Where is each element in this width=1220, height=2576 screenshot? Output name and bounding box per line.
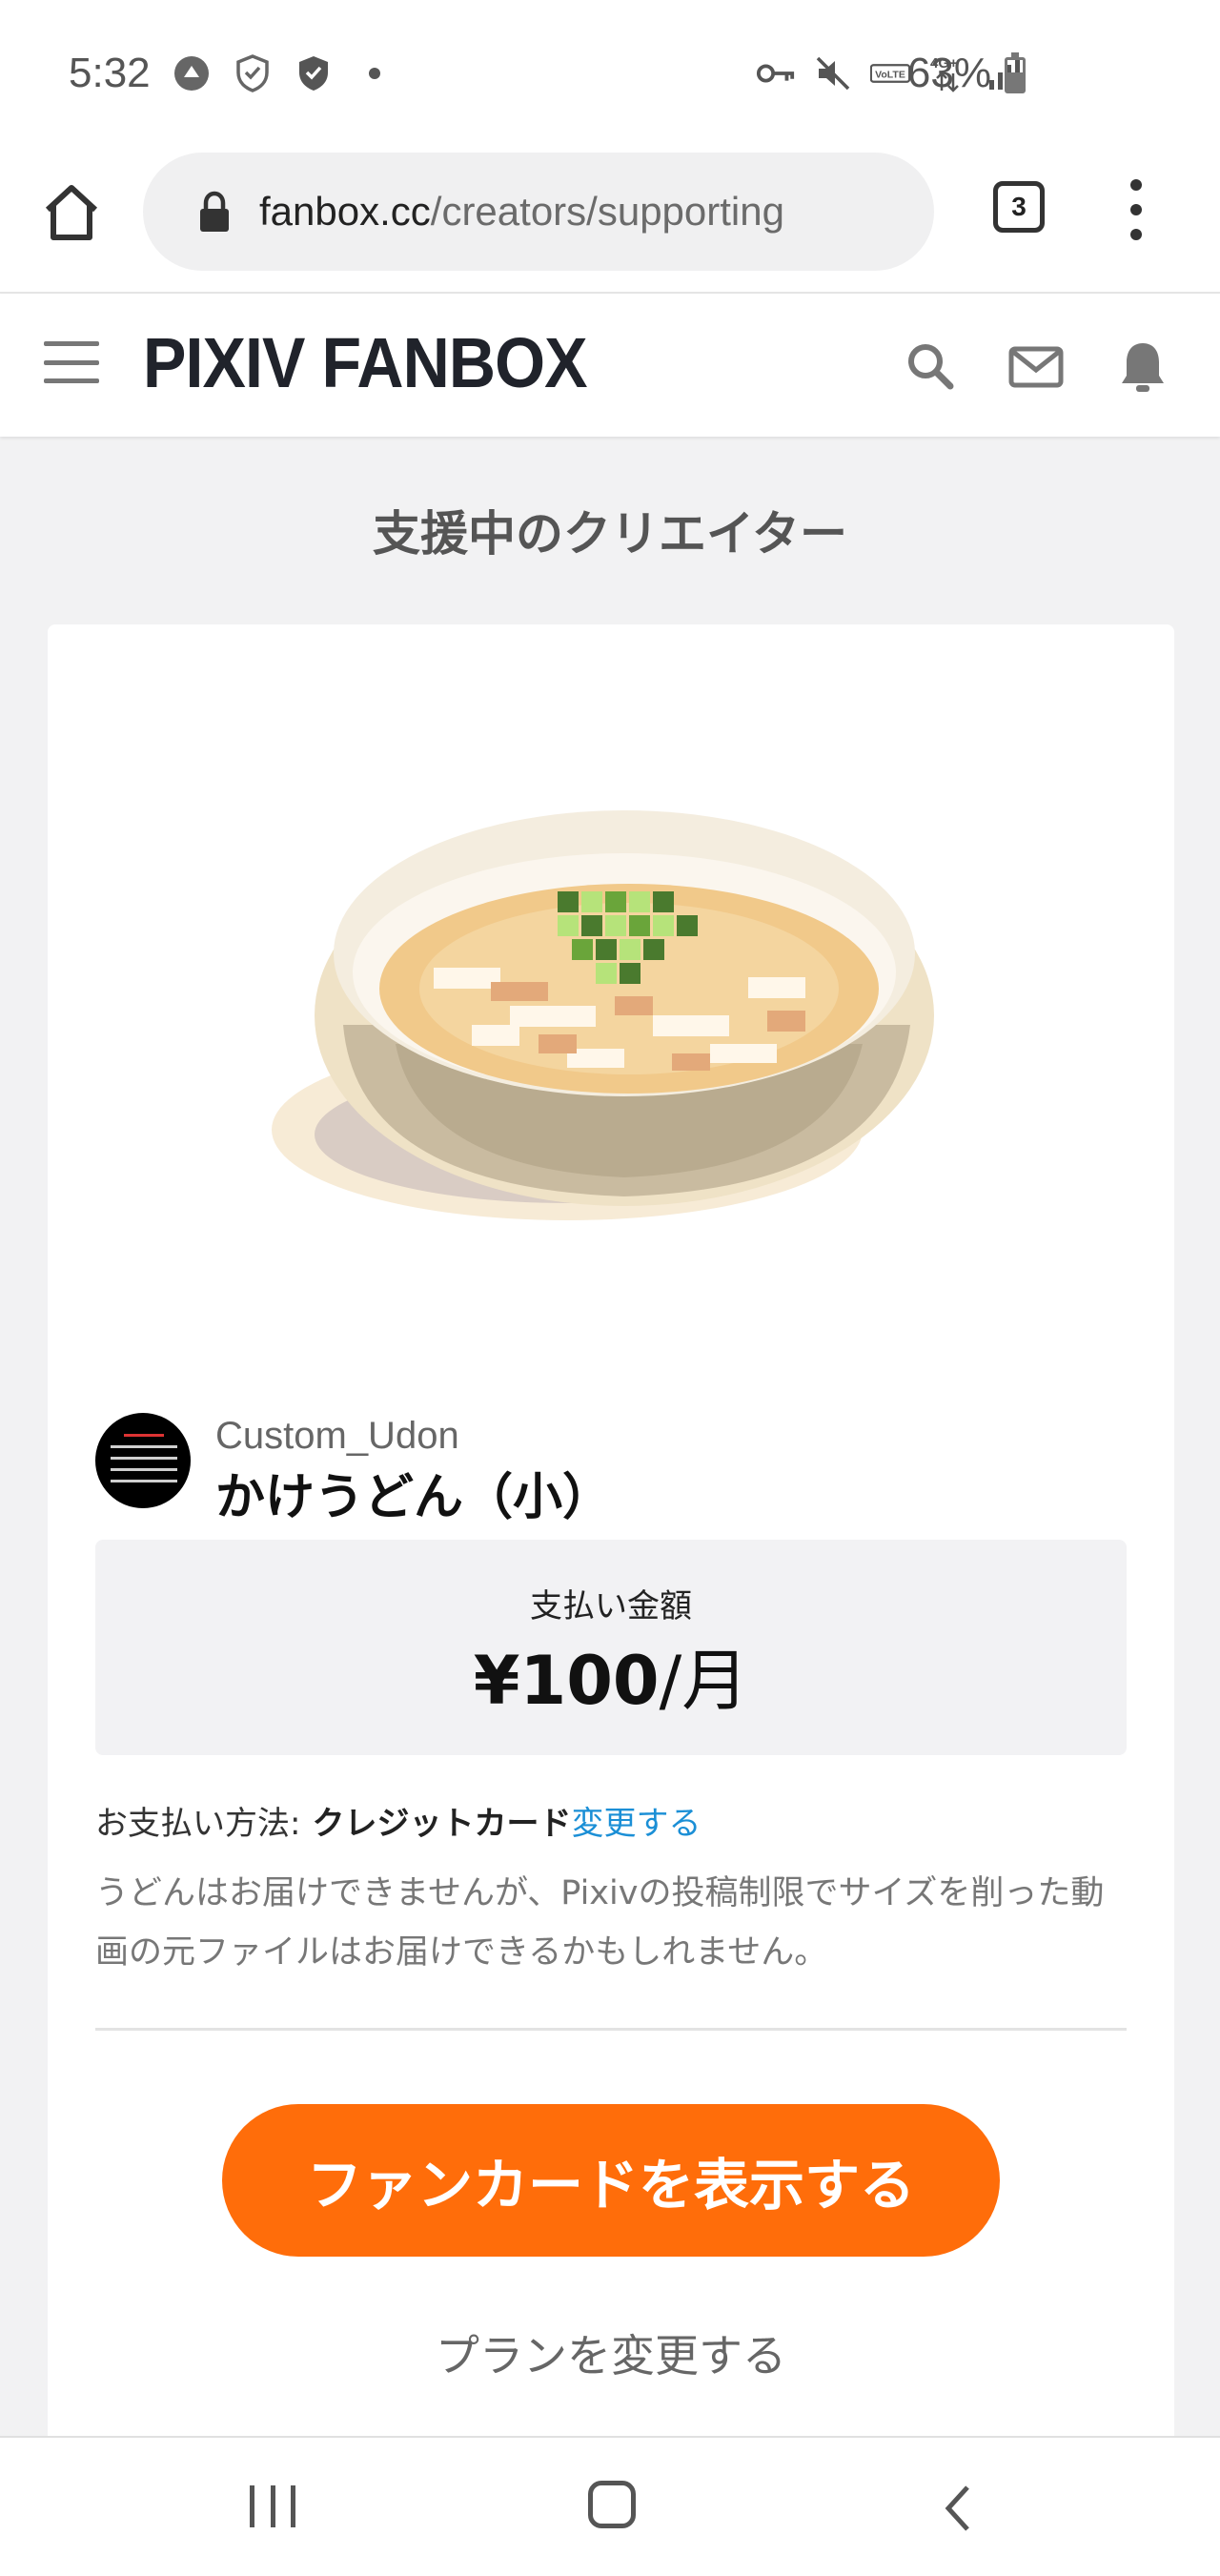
udon-bowl-image <box>272 810 934 1220</box>
home-nav-icon[interactable] <box>588 2481 636 2528</box>
volte-icon: VoLTE <box>870 53 910 93</box>
app-notification-icon <box>172 53 212 93</box>
price-unit: /月 <box>659 1642 749 1720</box>
system-navigation-bar <box>0 2436 1220 2576</box>
back-icon[interactable] <box>939 2480 977 2537</box>
shield-check-icon <box>294 53 334 93</box>
divider <box>95 2028 1127 2031</box>
bell-icon[interactable] <box>1119 339 1172 393</box>
tab-switcher-button[interactable]: 3 <box>993 181 1045 233</box>
mail-icon[interactable] <box>1008 339 1064 393</box>
payment-amount-value: ¥100/月 <box>95 1627 1127 1724</box>
supporting-plan-card: Custom_Udon かけうどん（小） 支払い金額 ¥100/月 お支払い方法… <box>48 624 1174 2531</box>
lock-icon <box>198 191 231 233</box>
price-amount: ¥100 <box>473 1642 660 1720</box>
plan-name: かけうどん（小） <box>215 1469 613 1526</box>
payment-amount-label: 支払い金額 <box>530 1587 692 1625</box>
dot-icon <box>355 53 395 93</box>
creator-name[interactable]: Custom_Udon <box>215 1415 459 1458</box>
change-payment-link[interactable]: 変更する <box>571 1805 701 1843</box>
browser-toolbar: fanbox.cc/creators/supporting 3 <box>0 143 1220 294</box>
url-text: fanbox.cc/creators/supporting <box>259 189 784 235</box>
notification-icons <box>172 53 395 93</box>
key-icon <box>756 53 796 93</box>
overflow-menu-icon[interactable] <box>1117 179 1155 240</box>
status-time: 5:32 <box>69 50 151 96</box>
url-path: /creators/supporting <box>430 189 784 234</box>
home-icon[interactable] <box>38 179 105 246</box>
url-domain: fanbox.cc <box>259 189 431 234</box>
battery-icon <box>1005 52 1026 93</box>
battery-percentage: 63% <box>906 50 991 96</box>
url-bar[interactable]: fanbox.cc/creators/supporting <box>143 153 934 271</box>
status-bar: 5:32 VoLTE 4G+ 63% <box>0 0 1220 143</box>
payment-method-row: お支払い方法: クレジットカード変更する <box>95 1797 701 1844</box>
creator-avatar[interactable] <box>95 1413 191 1508</box>
plan-cover-image <box>48 624 1174 1378</box>
hamburger-menu-icon[interactable] <box>44 341 99 383</box>
recent-apps-icon[interactable] <box>250 2485 295 2527</box>
shield-outline-icon <box>233 53 273 93</box>
site-header: PIXIV FANBOX <box>0 294 1220 437</box>
search-icon[interactable] <box>904 339 957 393</box>
payment-method-value: クレジットカード <box>312 1805 572 1843</box>
payment-method-label: お支払い方法: <box>95 1805 301 1843</box>
show-fan-card-button[interactable]: ファンカードを表示する <box>222 2104 1000 2257</box>
plan-description: うどんはお届けできませんが、Pixivの投稿制限でサイズを削った動画の元ファイル… <box>95 1874 1105 1972</box>
mute-icon <box>813 53 853 93</box>
fanbox-logo[interactable]: PIXIV FANBOX <box>143 322 588 403</box>
change-plan-link[interactable]: プランを変更する <box>48 2321 1174 2384</box>
payment-amount-box: 支払い金額 ¥100/月 <box>95 1540 1127 1755</box>
svg-text:VoLTE: VoLTE <box>875 69 905 80</box>
page-title: 支援中のクリエイター <box>373 506 847 562</box>
